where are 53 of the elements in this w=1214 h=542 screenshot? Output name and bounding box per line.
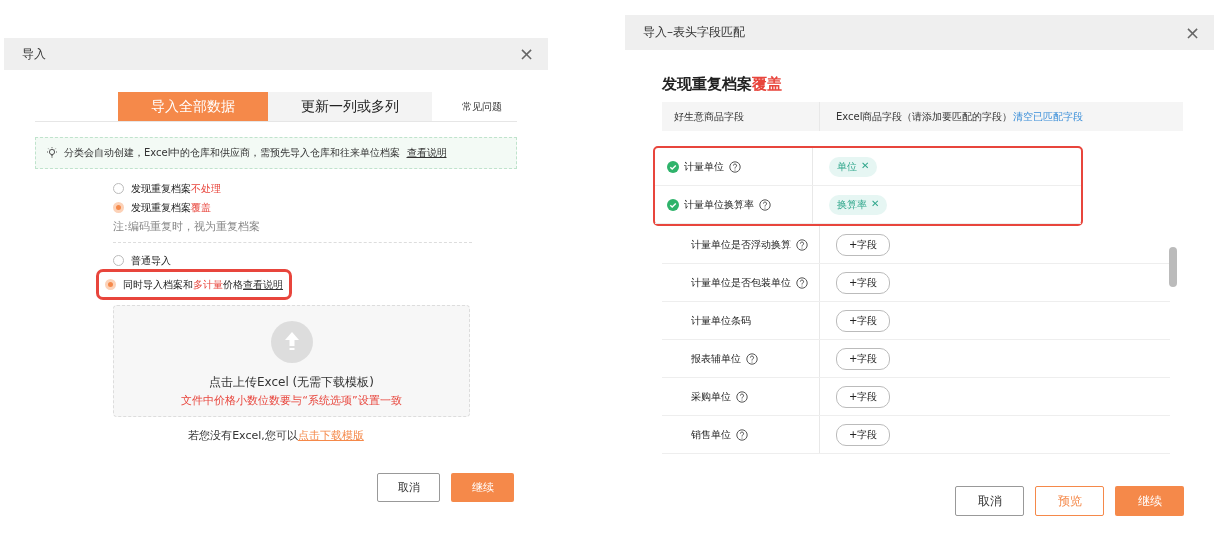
scrollbar-thumb[interactable]: [1169, 247, 1177, 287]
cancel-button[interactable]: 取消: [955, 486, 1024, 516]
dialog-title: 导入: [22, 45, 46, 63]
upload-area[interactable]: 点击上传Excel (无需下载模板) 文件中价格小数位数要与“系统选项”设置一致: [113, 305, 470, 417]
radio-button[interactable]: [113, 183, 124, 194]
lightbulb-icon: [46, 147, 58, 159]
field-name: 计量单位条码: [691, 313, 751, 328]
add-field-button[interactable]: +字段: [836, 271, 891, 294]
upload-warning: 文件中价格小数位数要与“系统选项”设置一致: [181, 393, 402, 408]
column-header: Excel商品字段（请添加要匹配的字段）: [836, 109, 1013, 124]
radio-label: 同时导入档案和多计量价格查看说明: [123, 277, 283, 292]
help-icon[interactable]: [729, 160, 741, 173]
explanation-link[interactable]: 查看说明: [406, 146, 447, 160]
close-button[interactable]: ×: [1184, 23, 1200, 42]
radio-label: 发现重复档案覆盖: [131, 200, 211, 215]
tab[interactable]: 更新一列或多列: [268, 92, 432, 121]
add-field-button[interactable]: +字段: [836, 347, 891, 370]
field-name: 计量单位换算率: [684, 197, 754, 212]
upload-title: 点击上传Excel (无需下载模板): [209, 374, 374, 391]
radio-button[interactable]: [113, 202, 124, 213]
explanation-link[interactable]: 查看说明: [243, 278, 283, 290]
cancel-button[interactable]: 取消: [377, 473, 440, 502]
field-name: 销售单位: [691, 427, 731, 442]
section-heading: 发现重复档案覆盖: [662, 75, 783, 94]
dialog-title: 导入–表头字段匹配: [643, 24, 745, 41]
check-icon: [667, 160, 679, 173]
help-icon[interactable]: [736, 428, 748, 441]
add-field-button[interactable]: +字段: [836, 309, 891, 332]
help-icon[interactable]: [796, 238, 808, 251]
add-field-button[interactable]: +字段: [836, 233, 891, 256]
check-icon: [667, 198, 679, 211]
add-field-button[interactable]: +字段: [836, 385, 891, 408]
column-header: 好生意商品字段: [674, 109, 744, 124]
field-name: 计量单位: [684, 159, 724, 174]
field-name: 采购单位: [691, 389, 731, 404]
field-name: 计量单位是否浮动换算: [691, 237, 791, 252]
field-name: 计量单位是否包装单位: [691, 275, 791, 290]
help-icon[interactable]: [746, 352, 758, 365]
upload-icon: [270, 321, 313, 363]
radio-button[interactable]: [105, 279, 116, 290]
help-icon[interactable]: [736, 390, 748, 403]
radio-button[interactable]: [113, 255, 124, 266]
faq-link[interactable]: 常见问题: [462, 99, 502, 114]
radio-label: 发现重复档案不处理: [131, 181, 221, 196]
note-text: 注:编码重复时，视为重复档案: [112, 219, 261, 234]
template-hint: 若您没有Excel,您可以: [188, 428, 298, 443]
close-button[interactable]: ×: [518, 45, 534, 63]
help-icon[interactable]: [759, 198, 771, 211]
radio-label: 普通导入: [131, 253, 171, 268]
help-icon[interactable]: [796, 276, 808, 289]
add-field-button[interactable]: +字段: [836, 423, 891, 446]
tip-text: 分类会自动创建，Excel中的仓库和供应商，需预先导入仓库和往来单位档案: [64, 146, 401, 160]
field-name: 报表辅单位: [691, 351, 741, 366]
